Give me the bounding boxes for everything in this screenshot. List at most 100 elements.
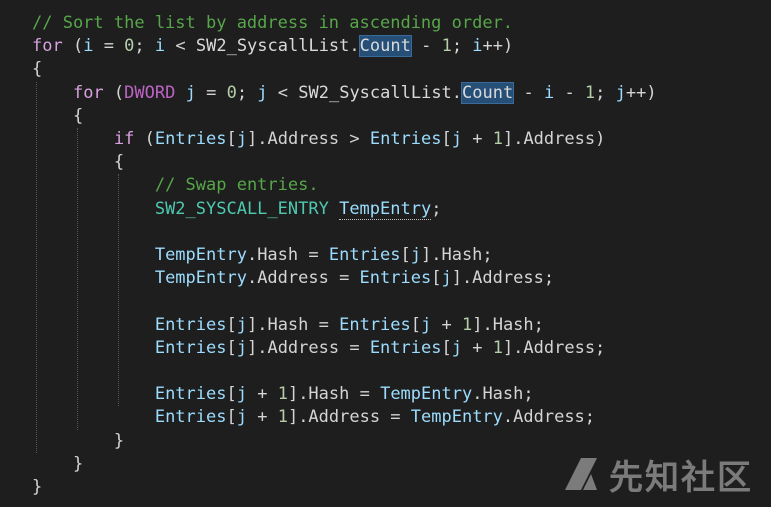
code-token: = (195, 82, 227, 103)
code-token: j (185, 82, 196, 103)
code-token: + (246, 384, 278, 405)
code-token: TempEntry (380, 384, 473, 405)
code-token: .Hash = (246, 245, 329, 265)
code-token: ( (62, 36, 84, 57)
code-token: Count (358, 35, 412, 58)
code-line[interactable]: } (32, 476, 42, 499)
code-token: } (32, 453, 84, 474)
code-token: j (236, 407, 247, 428)
code-token: { (32, 152, 125, 173)
code-token: [ (226, 337, 237, 358)
code-token: 1 (492, 337, 503, 358)
code-token: { (32, 105, 84, 126)
code-token: 1 (461, 314, 473, 335)
code-token: j (236, 314, 247, 335)
code-token: 1 (492, 129, 503, 149)
code-token: Entries (154, 337, 227, 358)
code-token: j (451, 129, 462, 149)
code-token: < (165, 36, 196, 57)
code-line[interactable]: { (32, 151, 124, 174)
code-line[interactable]: for (i = 0; i < SW2_SyscallList.Count - … (32, 35, 513, 58)
code-token: j (236, 384, 247, 405)
code-token: Entries (359, 268, 432, 289)
code-line[interactable]: // Sort the list by address in ascending… (32, 12, 513, 35)
code-line[interactable]: Entries[j + 1].Address = TempEntry.Addre… (32, 406, 595, 429)
code-token: - (513, 82, 544, 103)
code-token: Entries (154, 129, 227, 149)
code-token: TempEntry (154, 245, 247, 265)
code-token: Entries (339, 314, 411, 335)
code-token: ( (103, 82, 125, 103)
code-line[interactable]: } (32, 430, 124, 453)
code-token: ].Hash = (246, 314, 340, 335)
xianzhi-logo-icon (565, 458, 597, 490)
code-token: [ (400, 245, 411, 265)
code-token: for (72, 82, 104, 103)
code-token: .Address = (246, 268, 360, 289)
code-token: j (236, 129, 248, 149)
code-token: Entries (154, 384, 227, 405)
code-token: = (93, 36, 125, 57)
code-token: - (554, 82, 585, 103)
code-token: SW2_SYSCALL_ENTRY (154, 198, 329, 219)
watermark: 先知社区 (561, 451, 753, 498)
code-line[interactable]: for (DWORD j = 0; j < SW2_SyscallList.Co… (32, 81, 657, 105)
code-token: ].Hash = (287, 384, 381, 405)
code-token: ; (595, 82, 616, 103)
code-line[interactable]: { (32, 58, 42, 81)
code-line[interactable]: SW2_SYSCALL_ENTRY TempEntry; (32, 198, 441, 221)
code-token: // Swap entries. (154, 175, 319, 196)
code-line[interactable]: Entries[j].Hash = Entries[j + 1].Hash; (32, 314, 544, 337)
code-token: Entries (369, 337, 442, 358)
code-token: ++) (625, 82, 657, 103)
code-token: Entries (154, 407, 227, 428)
code-line[interactable]: Entries[j].Address = Entries[j + 1].Addr… (32, 337, 605, 360)
code-line[interactable]: TempEntry.Address = Entries[j].Address; (32, 267, 554, 290)
code-editor[interactable]: // Sort the list by address in ascending… (0, 0, 771, 507)
code-token: } (32, 430, 125, 451)
code-token: Entries (369, 129, 442, 149)
code-token: j (421, 314, 432, 335)
code-token: ].Address; (502, 337, 606, 358)
code-line[interactable]: // Swap entries. (32, 174, 319, 197)
code-token: SW2_SyscallList (195, 36, 350, 57)
code-token: ( (134, 129, 155, 149)
code-token: i (154, 36, 166, 57)
code-token: j (451, 337, 462, 358)
code-line[interactable]: } (32, 453, 83, 476)
code-line[interactable]: Entries[j + 1].Hash = TempEntry.Hash; (32, 383, 534, 406)
code-token: Entries (328, 245, 401, 265)
code-token: . (349, 36, 360, 57)
code-token: j (410, 245, 421, 265)
code-token: - (410, 36, 442, 57)
code-token: ].Hash; (421, 245, 493, 265)
code-token: + (246, 407, 278, 428)
code-token: 1 (584, 82, 596, 103)
code-token: [ (226, 407, 237, 428)
code-token: TempEntry (410, 407, 503, 428)
code-line[interactable]: { (32, 105, 83, 128)
code-token: + (461, 337, 493, 358)
code-token: ].Address) (502, 129, 606, 149)
code-token: ; (451, 36, 473, 57)
code-token: TempEntry (154, 268, 247, 289)
code-line[interactable]: TempEntry.Hash = Entries[j].Hash; (32, 244, 493, 267)
code-token: + (431, 314, 462, 335)
watermark-text: 先知社区 (609, 457, 753, 498)
code-token: < (267, 82, 299, 103)
code-token: j (615, 82, 626, 103)
code-token: [ (226, 129, 237, 149)
code-token: // Sort the list by address in ascending… (32, 13, 514, 33)
code-line[interactable]: if (Entries[j].Address > Entries[j + 1].… (32, 128, 605, 151)
